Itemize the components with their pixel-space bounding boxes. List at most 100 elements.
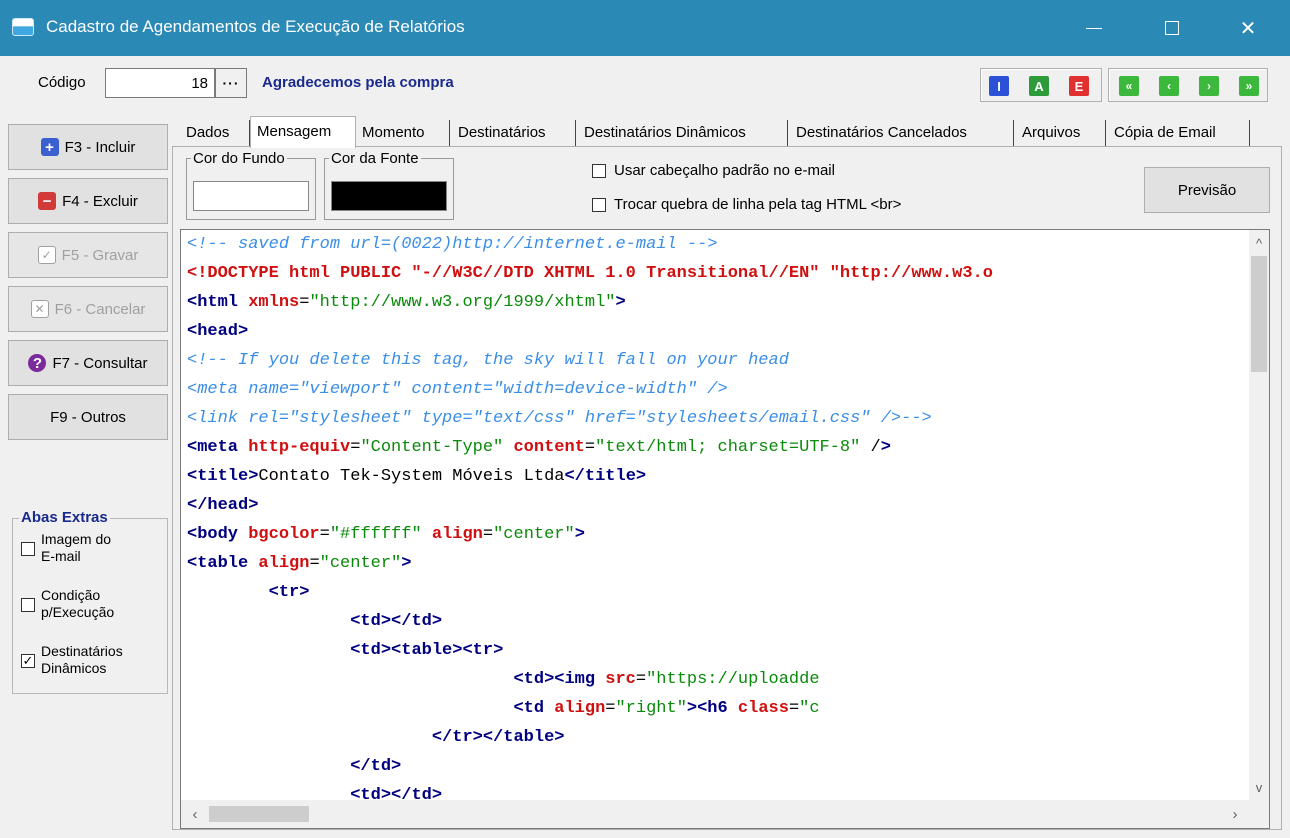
background-color-swatch[interactable] <box>193 181 309 211</box>
include-label: F3 - Incluir <box>64 138 136 156</box>
tab-momento[interactable]: Momento <box>362 120 450 146</box>
window-title: Cadastro de Agendamentos de Execução de … <box>46 17 465 36</box>
scroll-left-icon[interactable]: ‹ <box>183 800 207 828</box>
code-description: Agradecemos pela compra <box>262 74 454 91</box>
others-button[interactable]: F9 - Outros <box>8 394 168 440</box>
code-line: <tr> <box>268 583 310 602</box>
include-button[interactable]: + F3 - Incluir <box>8 124 168 170</box>
tab-mensagem[interactable]: Mensagem <box>250 116 356 148</box>
br-replace-label: Trocar quebra de linha pela tag HTML <br… <box>614 196 902 213</box>
code-line: <head> <box>187 322 249 341</box>
label-line: Imagem do <box>41 531 112 547</box>
minimize-icon <box>1086 27 1102 29</box>
code-line: <td align="right"><h6 class="c <box>513 699 820 718</box>
tab-destinatarios-cancelados[interactable]: Destinatários Cancelados <box>796 120 1014 146</box>
question-icon: ? <box>28 354 47 372</box>
html-editor[interactable]: <!-- saved from url=(0022)http://interne… <box>180 229 1270 829</box>
app-icon <box>12 18 34 36</box>
default-header-checkbox[interactable] <box>592 163 606 178</box>
code-input[interactable]: 18 <box>105 68 215 98</box>
label-line: Condição <box>41 587 101 603</box>
first-record-button[interactable]: « <box>1119 76 1139 96</box>
code-line: <table align="center"> <box>187 554 412 573</box>
code-line: <td><table><tr> <box>350 641 504 660</box>
extra-execution-condition-label: Condição p/Execução <box>41 587 114 621</box>
font-color-group: Cor da Fonte <box>324 150 454 220</box>
alter-record-button[interactable]: A <box>1029 76 1049 96</box>
extra-dynamic-recipients-checkbox[interactable]: ✓ <box>21 654 35 668</box>
font-color-label: Cor da Fonte <box>329 150 421 167</box>
tab-destinatarios[interactable]: Destinatários <box>458 120 576 146</box>
tab-dados[interactable]: Dados <box>184 120 250 146</box>
save-label: F5 - Gravar <box>61 246 139 264</box>
code-line: </head> <box>187 496 259 515</box>
extra-tabs-legend: Abas Extras <box>19 509 110 526</box>
scroll-down-icon[interactable]: v <box>1249 776 1269 798</box>
tab-copia-de-email[interactable]: Cópia de Email <box>1114 120 1250 146</box>
label-line: E-mail <box>41 548 81 564</box>
code-label: Código <box>38 74 86 91</box>
query-button[interactable]: ? F7 - Consultar <box>8 340 168 386</box>
scroll-corner <box>1249 800 1269 828</box>
x-icon: ✕ <box>30 300 49 318</box>
code-line: <td><img src="https://uploadde <box>513 670 820 689</box>
code-line: </tr></table> <box>431 728 565 747</box>
extra-execution-condition[interactable]: Condição p/Execução <box>21 587 114 621</box>
check-icon: ✓ <box>37 246 56 264</box>
default-header-label: Usar cabeçalho padrão no e-mail <box>614 162 835 179</box>
delete-label: F4 - Excluir <box>62 192 138 210</box>
preview-button[interactable]: Previsão <box>1144 167 1270 213</box>
insert-record-button[interactable]: I <box>989 76 1009 96</box>
code-line: <html xmlns="http://www.w3.org/1999/xhtm… <box>187 293 626 312</box>
scroll-up-icon[interactable]: ^ <box>1249 232 1269 254</box>
br-replace-checkbox[interactable] <box>592 197 606 212</box>
last-record-button[interactable]: » <box>1239 76 1259 96</box>
cancel-button[interactable]: ✕ F6 - Cancelar <box>8 286 168 332</box>
background-color-label: Cor do Fundo <box>191 150 287 167</box>
font-color-swatch[interactable] <box>331 181 447 211</box>
extra-execution-condition-checkbox[interactable] <box>21 598 35 612</box>
previous-record-button[interactable]: ‹ <box>1159 76 1179 96</box>
others-label: F9 - Outros <box>50 408 126 426</box>
label-line: p/Execução <box>41 604 115 620</box>
title-bar: Cadastro de Agendamentos de Execução de … <box>0 0 1290 56</box>
tab-destinatarios-dinamicos[interactable]: Destinatários Dinâmicos <box>584 120 788 146</box>
extra-tabs-group: Abas Extras Imagem do E-mail Condição p/Ex… <box>12 509 168 694</box>
code-line: <!-- If you delete this tag, the sky wil… <box>187 351 789 370</box>
code-line: <td></td> <box>350 786 443 800</box>
br-replace-option[interactable]: Trocar quebra de linha pela tag HTML <br… <box>592 196 901 213</box>
maximize-icon <box>1165 21 1179 35</box>
code-line: <!DOCTYPE html PUBLIC "-//W3C//DTD XHTML… <box>187 264 993 283</box>
code-area[interactable]: <!-- saved from url=(0022)http://interne… <box>181 230 1249 800</box>
cancel-label: F6 - Cancelar <box>54 300 146 318</box>
horizontal-scrollbar[interactable]: ‹ › <box>181 800 1249 828</box>
default-header-option[interactable]: Usar cabeçalho padrão no e-mail <box>592 162 835 179</box>
close-button[interactable]: ✕ <box>1220 0 1276 56</box>
tab-arquivos[interactable]: Arquivos <box>1022 120 1106 146</box>
scroll-right-icon[interactable]: › <box>1223 800 1247 828</box>
delete-button[interactable]: − F4 - Excluir <box>8 178 168 224</box>
code-lookup-button[interactable]: ··· <box>215 68 247 98</box>
extra-email-image[interactable]: Imagem do E-mail <box>21 531 111 565</box>
code-line: <meta name="viewport" content="width=dev… <box>187 380 728 399</box>
vertical-scrollbar[interactable]: ^ v <box>1249 230 1269 800</box>
code-toolbar: Código 18 ··· Agradecemos pela compra I … <box>0 56 1290 112</box>
record-actions-group: I A E <box>980 68 1102 102</box>
code-line: </td> <box>350 757 402 776</box>
maximize-button[interactable] <box>1144 0 1200 56</box>
minimize-button[interactable] <box>1066 0 1122 56</box>
code-line: <td></td> <box>350 612 443 631</box>
next-record-button[interactable]: › <box>1199 76 1219 96</box>
code-line: <meta http-equiv="Content-Type" content=… <box>187 438 891 457</box>
save-button[interactable]: ✓ F5 - Gravar <box>8 232 168 278</box>
delete-record-button[interactable]: E <box>1069 76 1089 96</box>
horizontal-scroll-thumb[interactable] <box>209 806 309 822</box>
vertical-scroll-thumb[interactable] <box>1251 256 1267 372</box>
minus-icon: − <box>38 192 57 210</box>
extra-dynamic-recipients[interactable]: ✓ Destinatários Dinâmicos <box>21 643 123 677</box>
background-color-group: Cor do Fundo <box>186 150 316 220</box>
query-label: F7 - Consultar <box>52 354 148 372</box>
code-line: <link rel="stylesheet" type="text/css" h… <box>187 409 932 428</box>
plus-icon: + <box>40 138 59 156</box>
extra-email-image-checkbox[interactable] <box>21 542 35 556</box>
